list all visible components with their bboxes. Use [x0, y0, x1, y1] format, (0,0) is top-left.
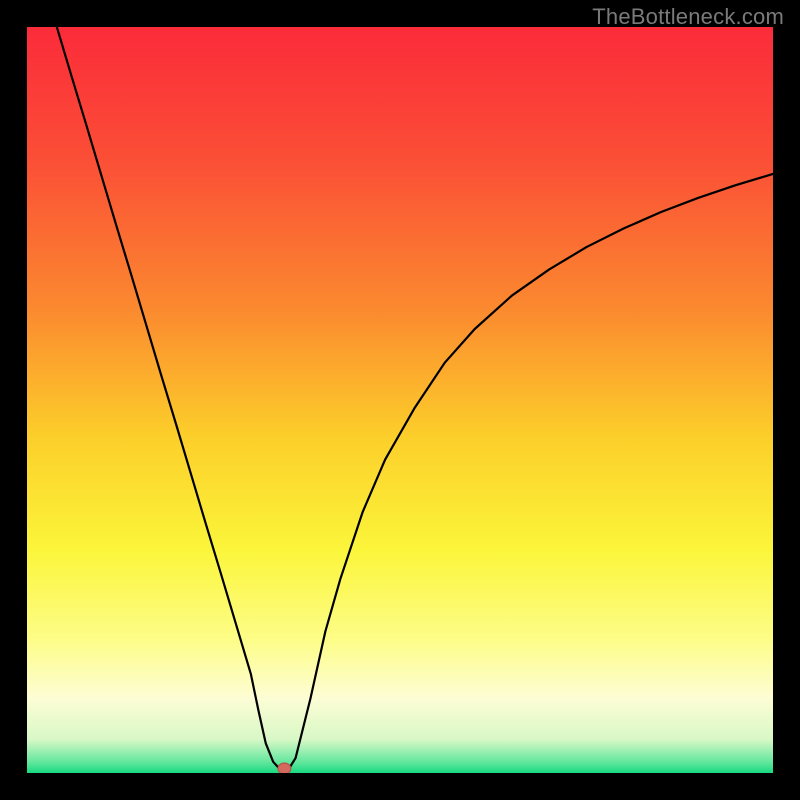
optimal-point-marker — [278, 763, 291, 773]
chart-plot-area — [27, 27, 773, 773]
chart-svg — [27, 27, 773, 773]
chart-frame: TheBottleneck.com — [0, 0, 800, 800]
gradient-background — [27, 27, 773, 773]
watermark-text: TheBottleneck.com — [592, 4, 784, 30]
